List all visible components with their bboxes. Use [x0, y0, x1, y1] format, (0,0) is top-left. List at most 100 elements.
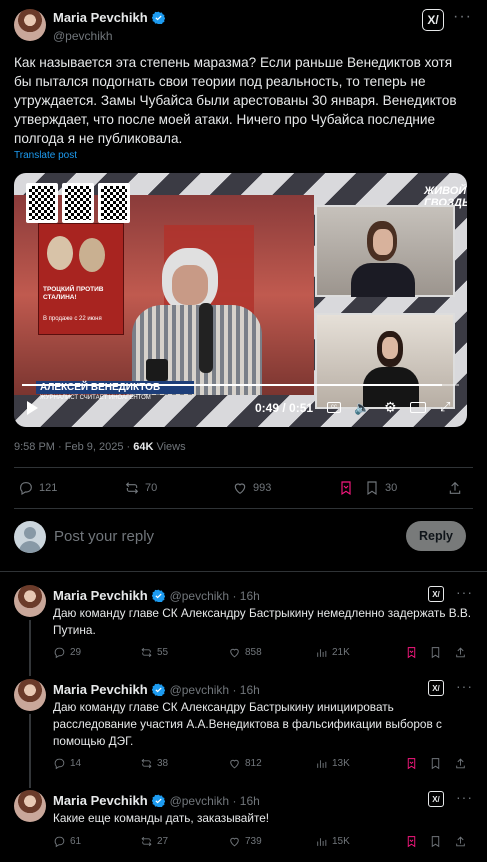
reply-text: Даю команду главе СК Александру Бастрыки…: [53, 606, 472, 637]
translate-link[interactable]: Translate post: [14, 150, 77, 161]
repost-action[interactable]: 27: [140, 835, 168, 848]
more-dots-icon[interactable]: ···: [456, 789, 473, 805]
video-progress-track[interactable]: [22, 384, 459, 386]
reply-count: 61: [70, 836, 82, 847]
grok-bookmark-action[interactable]: [405, 757, 418, 770]
volume-icon[interactable]: 🔈: [354, 400, 370, 416]
reply-action[interactable]: 29: [53, 646, 81, 659]
reply-author-handle[interactable]: @pevchikh · 16h: [170, 794, 260, 808]
divider: [14, 508, 473, 509]
grok-icon[interactable]: X/: [428, 791, 444, 807]
repost-icon: [125, 482, 139, 494]
share-action[interactable]: [454, 646, 467, 659]
like-icon: [230, 648, 239, 658]
bookmark-action[interactable]: 30: [364, 480, 397, 496]
author-handle[interactable]: @pevchikh: [53, 29, 165, 43]
bookmark-icon: [367, 481, 377, 496]
views-action[interactable]: 15K: [315, 835, 350, 848]
reply-input[interactable]: Post your reply: [54, 528, 154, 545]
repost-count: 38: [157, 758, 169, 769]
settings-icon[interactable]: ⚙: [384, 399, 397, 416]
reply-icon: [54, 647, 65, 659]
pip-icon[interactable]: [410, 402, 426, 413]
reply-avatar[interactable]: [14, 585, 46, 617]
reply-header: Maria Pevchikh @pevchikh · 16h: [53, 792, 260, 810]
bookmark-icon: [431, 647, 440, 659]
views-action[interactable]: 21K: [315, 646, 350, 659]
share-icon: [456, 758, 465, 769]
post-meta: 9:58 PM · Feb 9, 2025 · 64K Views: [14, 441, 186, 453]
thread-line: [29, 714, 31, 788]
post-timestamp[interactable]: 9:58 PM · Feb 9, 2025 ·: [14, 441, 133, 453]
verified-badge-icon: [152, 794, 166, 807]
like-icon: [230, 759, 239, 769]
divider: [14, 467, 473, 468]
reply-header: Maria Pevchikh @pevchikh · 16h: [53, 681, 260, 699]
reply-count: 121: [39, 482, 58, 494]
reply-icon: [54, 836, 65, 848]
post-text: Как называется эта степень маразма? Если…: [14, 55, 457, 146]
grok-bookmark-action[interactable]: [338, 480, 354, 496]
repost-action[interactable]: 38: [140, 757, 168, 770]
grok-icon[interactable]: X/: [422, 9, 444, 31]
reply-button[interactable]: Reply: [406, 521, 466, 551]
reply-author-handle[interactable]: @pevchikh · 16h: [170, 589, 260, 603]
author-avatar[interactable]: [14, 9, 46, 41]
reply-author-name[interactable]: Maria Pevchikh: [53, 682, 148, 697]
views-icon: [317, 649, 327, 657]
like-count: 812: [245, 758, 262, 769]
like-action[interactable]: 993: [232, 480, 271, 496]
views-icon: [317, 760, 327, 768]
reply-action[interactable]: 61: [53, 835, 81, 848]
repost-icon: [141, 758, 152, 769]
repost-count: 55: [157, 647, 169, 658]
bookmark-icon: [407, 758, 416, 770]
like-action[interactable]: 739: [228, 835, 262, 848]
grok-bookmark-action[interactable]: [405, 646, 418, 659]
play-icon[interactable]: [27, 401, 38, 415]
bookmark-action[interactable]: [429, 646, 442, 659]
author-header: Maria Pevchikh @pevchikh: [53, 9, 166, 43]
grok-icon[interactable]: X/: [428, 586, 444, 602]
video-inset-bottom: [315, 313, 455, 409]
views-action[interactable]: 13K: [315, 757, 350, 770]
mug: [146, 359, 168, 381]
more-dots-icon[interactable]: ···: [453, 8, 472, 26]
share-action[interactable]: [454, 757, 467, 770]
reply-avatar[interactable]: [14, 790, 46, 822]
reply-author-name[interactable]: Maria Pevchikh: [53, 588, 148, 603]
reply-action[interactable]: 121: [18, 480, 57, 496]
author-name[interactable]: Maria Pevchikh: [53, 10, 148, 25]
bookmark-action[interactable]: [429, 757, 442, 770]
repost-action[interactable]: 70: [124, 480, 157, 496]
reply-author-handle[interactable]: @pevchikh · 16h: [170, 683, 260, 697]
views-count: 64K: [133, 441, 154, 453]
composer-avatar: [14, 521, 46, 553]
like-action[interactable]: 858: [228, 646, 262, 659]
reply-action[interactable]: 14: [53, 757, 81, 770]
reply-author-name[interactable]: Maria Pevchikh: [53, 793, 148, 808]
reply-text: Какие еще команды дать, заказывайте!: [53, 811, 270, 825]
share-action[interactable]: [454, 835, 467, 848]
bookmark-icon: [431, 758, 440, 770]
bookmark-action[interactable]: [429, 835, 442, 848]
grok-bookmark-action[interactable]: [405, 835, 418, 848]
like-action[interactable]: 812: [228, 757, 262, 770]
bookmark-icon: [341, 481, 351, 496]
reply-avatar[interactable]: [14, 679, 46, 711]
more-dots-icon[interactable]: ···: [456, 584, 473, 600]
qr-code: [98, 183, 130, 223]
share-icon: [456, 647, 465, 658]
video-player[interactable]: ТРОЦКИЙ ПРОТИВ СТАЛИНА! В продаже с 22 и…: [14, 173, 467, 427]
repost-icon: [141, 836, 152, 847]
grok-icon[interactable]: X/: [428, 680, 444, 696]
repost-action[interactable]: 55: [140, 646, 168, 659]
captions-icon[interactable]: cc: [327, 402, 341, 413]
views-label: Views: [153, 441, 186, 453]
fullscreen-icon[interactable]: ⤢: [440, 399, 450, 415]
qr-code: [62, 183, 94, 223]
more-dots-icon[interactable]: ···: [456, 678, 473, 694]
share-action[interactable]: [447, 480, 463, 496]
views-count: 15K: [332, 836, 350, 847]
share-icon: [449, 481, 461, 494]
